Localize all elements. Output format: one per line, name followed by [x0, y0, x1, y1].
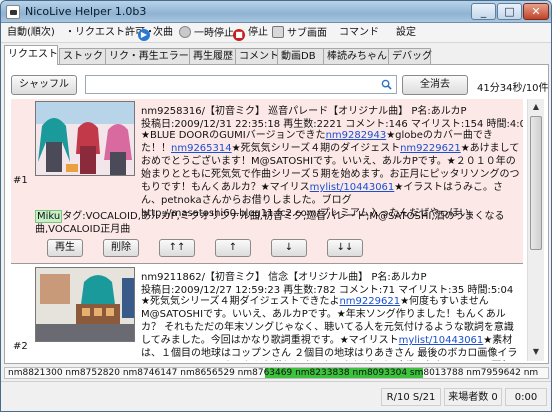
menu-request-allow-label: リクエスト許可: [75, 27, 145, 38]
menu-bar: 自動(順次) ・リクエスト許可・ ▶ 次曲 一時停止 ■ 停止 サブ画面 コマンド …: [1, 23, 551, 43]
menu-pause-label: 一時停止: [194, 28, 234, 39]
menu-next-label: 次曲: [153, 27, 173, 38]
stop-icon: ■: [233, 29, 245, 41]
request-list: #1 nm9258316/【初音ミク】 巡音パレード【オリジナル曲】 P名:あル…: [11, 99, 523, 361]
entry-number: #1: [13, 175, 28, 186]
entry-meta: 投稿日:2009/12/31 22:35:18 再生数:2221 コメント:14…: [141, 119, 523, 130]
tag-list: タグ:VOCALOID,あルカP,ミクオリジナル曲,初音ミク,巡音パレード,M@…: [35, 211, 505, 235]
search-input[interactable]: [85, 75, 397, 94]
video-link[interactable]: nm9265314: [171, 143, 232, 154]
pause-icon: [179, 26, 191, 38]
window-title: NicoLive Helper 1.0b3: [25, 5, 147, 18]
queue-strip[interactable]: nm8821300 nm8752820 nm8746147 nm8656529 …: [4, 367, 549, 379]
move-up-button[interactable]: ↑: [215, 239, 251, 257]
tab-history[interactable]: 再生履歴: [189, 48, 236, 65]
tab-strip: リクエスト ストック リク・再生エラー 再生履歴 コメント 動画DB 棒読みちゃ…: [4, 45, 549, 65]
close-button[interactable]: ✕: [523, 3, 549, 20]
desc-text: ★BLUE DOORのGUMIバージョンできた: [141, 130, 326, 141]
video-thumbnail[interactable]: [35, 101, 135, 176]
tag-badge: Miku: [35, 210, 63, 223]
maximize-button[interactable]: □: [497, 3, 522, 20]
video-link[interactable]: nm9229621: [339, 296, 400, 307]
play-button[interactable]: 再生: [47, 239, 83, 257]
desc-text: ★死気気シリーズ４期ダイジェストできたよ: [141, 296, 340, 307]
tab-comments[interactable]: コメント: [235, 48, 279, 65]
main-window: NicoLive Helper 1.0b3 _ □ ✕ 自動(順次) ・リクエス…: [0, 0, 552, 412]
shuffle-button[interactable]: シャッフル: [11, 75, 77, 95]
tab-debug[interactable]: デバッグ: [388, 48, 432, 65]
delete-all-button[interactable]: 全消去: [402, 75, 468, 95]
thumbnail-image: [36, 102, 134, 175]
next-icon: ▶: [138, 29, 150, 41]
request-panel: シャッフル 全消去 41分34秒/10件 #1 nm9258316/【初音ミク】…: [4, 64, 549, 364]
delete-button[interactable]: 削除: [103, 239, 139, 257]
elapsed-counter: 41分34秒/10件: [477, 83, 549, 94]
list-item: #2 nm9211862/【初音ミク】 信念【オリジナル曲】 P名:あルカP 投…: [11, 265, 523, 361]
tab-video-db[interactable]: 動画DB: [277, 48, 324, 65]
list-icon: [272, 26, 284, 38]
scroll-thumb[interactable]: [530, 116, 542, 250]
list-item: #1 nm9258316/【初音ミク】 巡音パレード【オリジナル曲】 P名:あル…: [11, 99, 523, 264]
request-status: R/10 S/21: [381, 388, 441, 406]
app-icon: [6, 5, 20, 19]
tab-request[interactable]: リクエスト: [4, 45, 58, 65]
minimize-button[interactable]: _: [471, 3, 496, 20]
tab-errors[interactable]: リク・再生エラー: [105, 48, 190, 65]
mylist-link[interactable]: mylist/10443061: [310, 182, 395, 193]
video-link[interactable]: nm9229621: [400, 143, 461, 154]
move-down-button[interactable]: ↓: [271, 239, 307, 257]
mylist-link[interactable]: mylist/10443061: [399, 335, 484, 346]
separator: ・: [65, 27, 75, 38]
scroll-down-arrow[interactable]: ▼: [528, 344, 544, 360]
entry-number: #2: [13, 341, 28, 352]
elapsed-time: 0:00: [505, 388, 547, 406]
move-bottom-button[interactable]: ↓↓: [327, 239, 363, 257]
vertical-scrollbar[interactable]: ▲ ▼: [527, 99, 544, 361]
menu-stop[interactable]: ■ 停止: [233, 26, 268, 41]
desc-text: ★死気気シリーズ４期のダイジェスト: [231, 143, 401, 154]
thumbnail-image: [36, 268, 134, 341]
entry-description: ★BLUE DOORのGUMIバージョンできたnm9282943★globeのカ…: [141, 129, 521, 220]
status-bar: R/10 S/21 来場者数 0 0:00: [1, 381, 551, 411]
menu-settings[interactable]: 設定: [396, 26, 416, 40]
entry-description: ★死気気シリーズ４期ダイジェストできたよnm9229621★何度もすいませんM@…: [141, 295, 521, 361]
move-top-button[interactable]: ↑↑: [159, 239, 195, 257]
entry-tags: Miku タグ:VOCALOID,あルカP,ミクオリジナル曲,初音ミク,巡音パレー…: [35, 210, 521, 236]
menu-sub-screen[interactable]: サブ画面: [272, 26, 327, 40]
menu-auto-order[interactable]: 自動(順次): [7, 26, 55, 40]
scroll-up-arrow[interactable]: ▲: [528, 99, 544, 115]
search-icon[interactable]: [381, 79, 392, 90]
menu-stop-label: 停止: [248, 27, 268, 38]
title-bar: NicoLive Helper 1.0b3 _ □ ✕: [1, 1, 551, 23]
menu-command[interactable]: コマンド: [339, 26, 379, 40]
entry-meta: 投稿日:2009/12/27 12:59:23 再生数:782 コメント:71 …: [141, 285, 514, 296]
tab-bouyomi[interactable]: 棒読みちゃん: [323, 48, 389, 65]
listener-count: 来場者数 0: [444, 388, 502, 406]
queue-list: nm8821300 nm8752820 nm8746147 nm8656529 …: [8, 368, 539, 378]
menu-pause[interactable]: 一時停止: [179, 26, 234, 40]
video-link[interactable]: nm9282943: [326, 130, 387, 141]
tab-stock[interactable]: ストック: [59, 48, 106, 65]
video-thumbnail[interactable]: [35, 267, 135, 342]
menu-sub-screen-label: サブ画面: [287, 28, 327, 39]
menu-next[interactable]: ▶ 次曲: [138, 26, 173, 41]
